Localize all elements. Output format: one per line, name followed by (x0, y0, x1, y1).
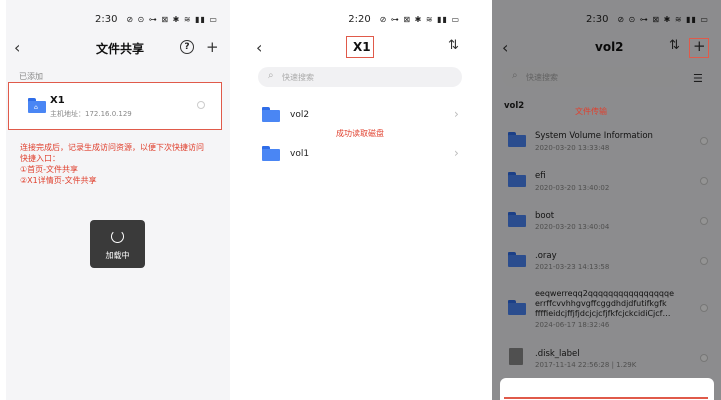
loading-label: 加载中 (105, 251, 130, 260)
modal-overlay[interactable] (492, 0, 721, 400)
chevron-right-icon: › (454, 107, 459, 121)
chevron-right-icon: › (454, 146, 459, 160)
status-icons: ⊘ ⊙ ⊶ ⊠ ✱ ≋ ▮▮ ▭ (126, 15, 218, 24)
status-time: 2:20 (348, 14, 371, 25)
back-button[interactable]: ‹ (256, 38, 262, 57)
add-button[interactable]: + (206, 38, 219, 56)
help-icon[interactable]: ? (180, 40, 194, 54)
status-bar: 2:20 ⊘ ⊶ ⊠ ✱ ≋ ▮▮ ▭ (348, 14, 460, 25)
page-title: 文件共享 (96, 42, 145, 56)
device-name: X1 (50, 95, 65, 106)
device-folder-icon: ⌂ (28, 98, 46, 113)
annotation-file-transfer: 文件传输 (575, 107, 607, 116)
list-item[interactable]: vol1 › (256, 141, 466, 169)
panel-device-x1: 2:20 ⊘ ⊶ ⊠ ✱ ≋ ▮▮ ▭ (236, 0, 472, 400)
back-button[interactable]: ‹ (14, 38, 20, 57)
status-icons: ⊘ ⊶ ⊠ ✱ ≋ ▮▮ ▭ (379, 15, 460, 24)
status-bar: 2:30 ⊘ ⊙ ⊶ ⊠ ✱ ≋ ▮▮ ▭ (95, 14, 218, 25)
annotation-line: ①首页-文件共享 (20, 165, 79, 174)
annotation-shortcut: 连接完成后，记录生成访问资源，以便下次快捷访问 快捷入口： ①首页-文件共享 ②… (20, 142, 226, 186)
bottom-sheet-highlight (504, 397, 708, 399)
spinner-icon (111, 230, 124, 243)
list-item-label: vol2 (290, 110, 310, 120)
folder-icon (262, 107, 280, 122)
page-title: X1 (353, 40, 371, 54)
annotation-line: 快捷入口： (20, 154, 60, 163)
annotation-line: 连接完成后，记录生成访问资源，以便下次快捷访问 (20, 143, 204, 152)
list-item[interactable]: vol2 › (256, 102, 466, 130)
panel-file-share: 2:30 ⊘ ⊙ ⊶ ⊠ ✱ ≋ ▮▮ ▭ (6, 0, 230, 400)
annotation-line: ②X1详情页-文件共享 (20, 176, 97, 185)
status-time: 2:30 (94, 14, 118, 25)
annotation-disk-read: 成功读取磁盘 (336, 129, 384, 138)
list-item-label: vol1 (290, 149, 310, 159)
search-icon: ⌕ (268, 70, 274, 81)
device-radio[interactable] (197, 101, 205, 109)
sort-icon[interactable]: ⇅ (448, 38, 459, 53)
add-highlight (689, 38, 709, 58)
device-host: 主机地址：172.16.0.129 (50, 110, 132, 118)
folder-icon (262, 146, 280, 161)
section-label-added: 已添加 (19, 72, 43, 81)
search-placeholder: 快速搜索 (282, 73, 314, 82)
search-input[interactable]: ⌕ 快速搜索 (258, 67, 462, 87)
loading-toast: 加载中 (90, 220, 145, 268)
